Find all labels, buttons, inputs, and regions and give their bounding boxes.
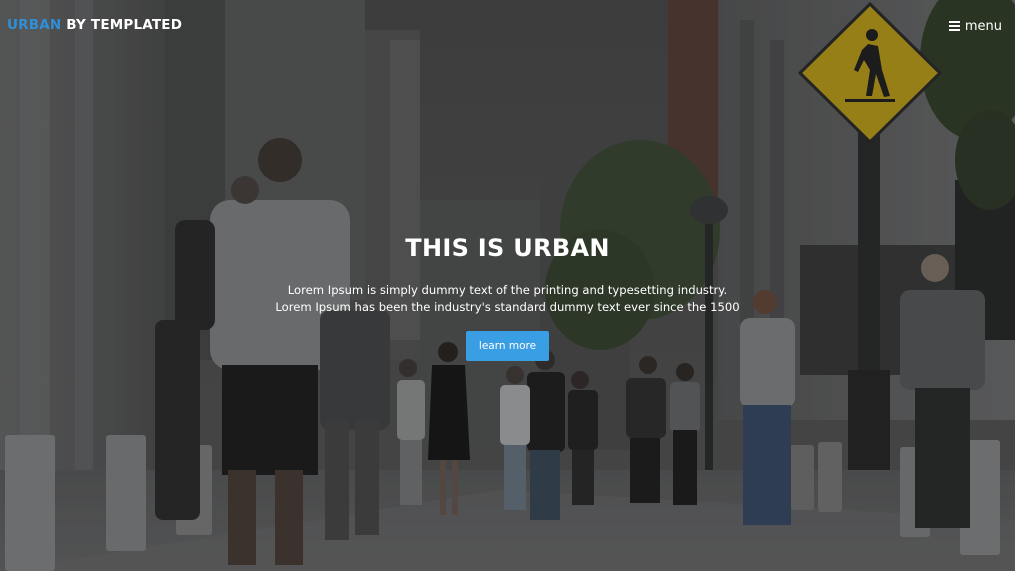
banner-description-line-1: Lorem Ipsum is simply dummy text of the … (287, 283, 728, 297)
banner-section: URBAN BY TEMPLATED menu THIS IS URBAN Lo… (0, 0, 1015, 571)
logo-brand: URBAN (7, 17, 62, 33)
banner-description: Lorem Ipsum is simply dummy text of the … (228, 282, 788, 316)
hamburger-icon (948, 21, 960, 31)
menu-label: menu (964, 18, 1002, 34)
header: URBAN BY TEMPLATED menu (0, 0, 1015, 52)
site-logo[interactable]: URBAN BY TEMPLATED (7, 17, 182, 33)
banner-content: THIS IS URBAN Lorem Ipsum is simply dumm… (0, 231, 1015, 361)
banner-description-line-2: Lorem Ipsum has been the industry's stan… (275, 300, 740, 314)
learn-more-button[interactable]: learn more (465, 331, 550, 361)
menu-toggle-button[interactable]: menu (948, 17, 1002, 35)
banner-title: THIS IS URBAN (405, 234, 610, 262)
logo-suffix: BY TEMPLATED (61, 17, 183, 33)
